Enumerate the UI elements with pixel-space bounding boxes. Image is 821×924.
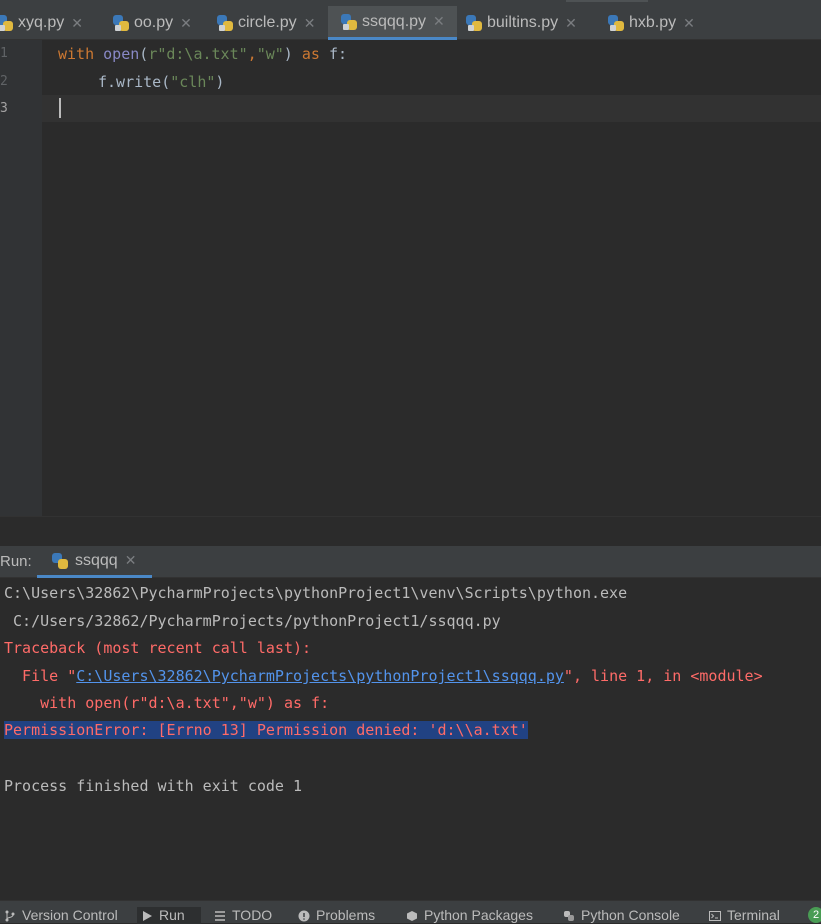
toolwindow-label: Problems (316, 907, 376, 923)
list-icon (215, 911, 225, 921)
tab-hxb[interactable]: hxb.py ✕ (607, 6, 707, 40)
run-console[interactable]: C:\Users\32862\PycharmProjects\pythonPro… (0, 578, 821, 900)
close-icon[interactable]: ✕ (683, 15, 695, 32)
traceback-code-line: with open(r"d:\a.txt","w") as f: (4, 694, 330, 712)
builtin-open: open (103, 45, 140, 63)
console-cmd-line: C:/Users/32862/PycharmProjects/pythonPro… (4, 612, 501, 630)
file-prefix: File " (4, 667, 77, 685)
tab-xyq[interactable]: xyq.py ✕ (0, 6, 96, 40)
run-panel-header: Run: ssqqq ✕ (0, 546, 821, 578)
string-path: r"d:\a.txt" (148, 45, 248, 63)
toolwindow-todo[interactable]: TODO (210, 907, 272, 924)
current-line-highlight (42, 95, 821, 122)
branch-icon (5, 910, 15, 922)
variable-f: f: (328, 45, 347, 63)
console-cmd-line: C:\Users\32862\PycharmProjects\pythonPro… (4, 584, 628, 602)
packages-icon (407, 911, 417, 921)
tool-window-bar: Version Control Run TODO Problems Python… (0, 900, 821, 924)
tab-label: ssqqq.py (362, 12, 427, 30)
tab-label: hxb.py (629, 14, 677, 31)
tab-label: oo.py (134, 14, 174, 31)
toolwindow-label: Terminal (727, 907, 780, 923)
python-icon (51, 552, 69, 570)
run-tab-label: ssqqq (75, 551, 118, 569)
line-number-gutter: 1 2 3 (0, 40, 42, 516)
file-suffix: ", line 1, in <module> (563, 667, 763, 685)
text-caret (59, 98, 61, 118)
python-file-icon (340, 13, 358, 31)
toolwindow-label: Python Packages (424, 907, 533, 923)
keyword-with: with (58, 45, 95, 63)
toolwindow-problems[interactable]: Problems (294, 907, 375, 924)
process-finished-line: Process finished with exit code 1 (4, 777, 303, 795)
comma: , (247, 45, 257, 63)
play-icon (143, 911, 152, 921)
python-icon (564, 911, 574, 921)
toolwindow-label: Version Control (22, 907, 118, 923)
file-link[interactable]: C:\Users\32862\PycharmProjects\pythonPro… (76, 667, 564, 685)
python-file-icon (0, 14, 14, 32)
error-line: PermissionError: [Errno 13] Permission d… (4, 721, 528, 739)
traceback-file-line: File "C:\Users\32862\PycharmProjects\pyt… (4, 667, 763, 685)
terminal-icon (709, 911, 721, 921)
tab-label: xyq.py (18, 14, 65, 31)
paren: ( (139, 45, 149, 63)
toolwindow-python-console[interactable]: Python Console (559, 907, 680, 924)
run-tab-ssqqq[interactable]: ssqqq ✕ (37, 546, 152, 578)
toolwindow-python-packages[interactable]: Python Packages (402, 907, 533, 924)
line-number: 1 (0, 46, 8, 61)
tab-oo[interactable]: oo.py ✕ (112, 6, 202, 40)
toolwindow-label: TODO (232, 907, 273, 923)
line-number: 3 (0, 101, 8, 116)
tab-builtins[interactable]: builtins.py ✕ (465, 6, 595, 40)
tab-label: builtins.py (487, 14, 559, 31)
toolwindow-terminal[interactable]: Terminal (705, 907, 780, 924)
string-mode: "w" (256, 45, 284, 63)
warning-icon (298, 910, 310, 922)
tab-label: circle.py (238, 14, 297, 31)
close-icon[interactable]: ✕ (304, 15, 316, 32)
python-file-icon (216, 14, 234, 32)
code-editor[interactable]: 1 2 3 with open(r"d:\a.txt","w") as f: f… (0, 40, 821, 516)
line-number: 2 (0, 74, 8, 89)
paren: ) (215, 73, 225, 91)
toolwindow-label: Python Console (581, 907, 680, 923)
keyword-as: as (301, 45, 320, 63)
close-icon[interactable]: ✕ (565, 15, 577, 32)
selected-error-text: PermissionError: [Errno 13] Permission d… (4, 721, 528, 739)
close-icon[interactable]: ✕ (71, 15, 83, 32)
event-log-badge[interactable]: 2 (808, 907, 821, 923)
run-label: Run: (0, 553, 32, 570)
close-icon[interactable]: ✕ (433, 13, 445, 30)
close-icon[interactable]: ✕ (125, 552, 137, 569)
method-call: f.write( (98, 73, 171, 91)
toolwindow-run[interactable]: Run (137, 907, 201, 924)
tab-circle[interactable]: circle.py ✕ (216, 6, 328, 40)
python-file-icon (465, 14, 483, 32)
editor-tab-bar: xyq.py ✕ oo.py ✕ circle.py ✕ ssqqq.py ✕ … (0, 0, 821, 40)
toolwindow-version-control[interactable]: Version Control (0, 907, 118, 924)
paren: ) (283, 45, 293, 63)
traceback-header: Traceback (most recent call last): (4, 639, 312, 657)
close-icon[interactable]: ✕ (180, 15, 192, 32)
string-clh: "clh" (170, 73, 216, 91)
tab-ssqqq[interactable]: ssqqq.py ✕ (328, 6, 457, 40)
toolwindow-label: Run (159, 907, 185, 923)
panel-splitter[interactable] (0, 516, 821, 547)
python-file-icon (607, 14, 625, 32)
tab-bar-top-indicator (566, 0, 648, 2)
code-line-2[interactable]: f.write("clh") (98, 73, 224, 91)
code-line-1[interactable]: with open(r"d:\a.txt","w") as f: (58, 45, 347, 63)
python-file-icon (112, 14, 130, 32)
